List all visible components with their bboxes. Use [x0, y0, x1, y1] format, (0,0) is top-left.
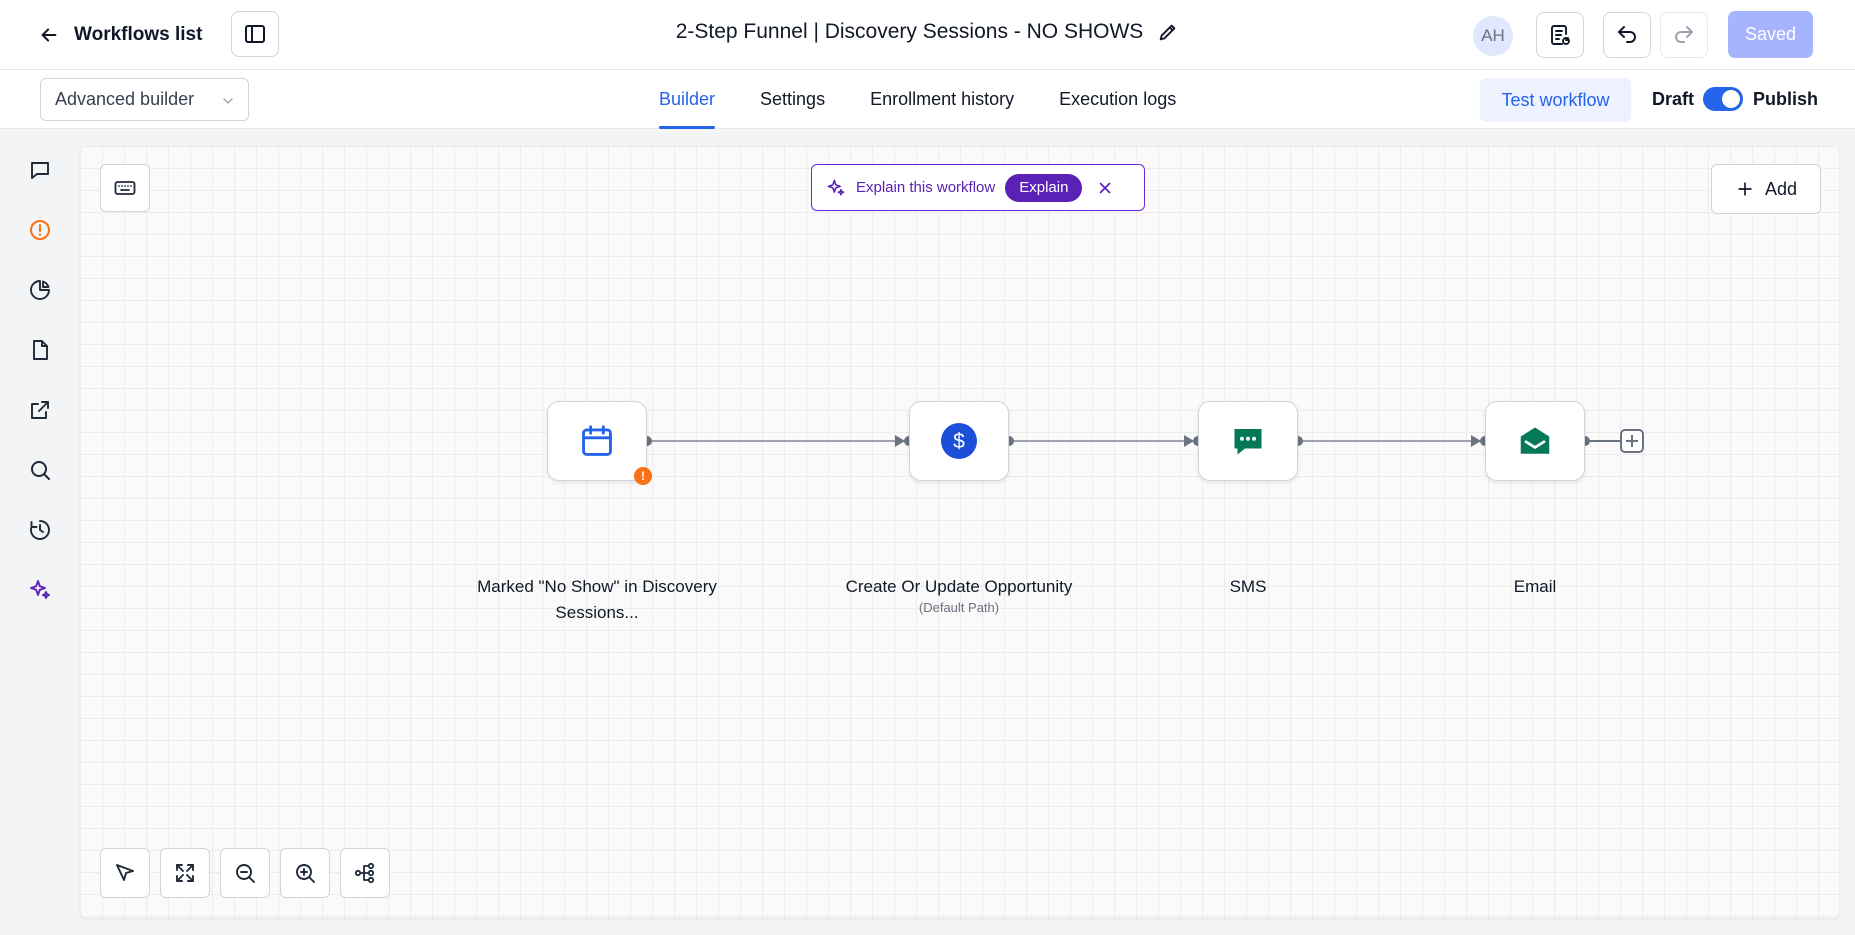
arrow-left-icon: [41, 28, 57, 42]
sidebar-item-documents[interactable]: [22, 332, 58, 368]
email-icon: [1520, 427, 1550, 454]
trigger-node-label: Marked "No Show" in Discovery Sessions..…: [477, 577, 717, 622]
sidebar-item-analytics[interactable]: [22, 272, 58, 308]
external-link-icon: [31, 401, 49, 419]
publish-label: Publish: [1753, 89, 1819, 109]
calendar-icon: [582, 425, 612, 456]
sidebar-item-ai[interactable]: [22, 572, 58, 608]
zoom-out-icon: [236, 864, 255, 883]
back-to-workflows-link[interactable]: Workflows list: [38, 18, 202, 52]
test-workflow-button[interactable]: Test workflow: [1480, 78, 1631, 122]
dollar-icon: $: [941, 423, 977, 459]
pie-chart-icon: [30, 280, 50, 300]
opportunity-node-sublabel: (Default Path): [918, 600, 1000, 615]
warning-badge[interactable]: !: [634, 467, 652, 485]
zoom-out-button[interactable]: [220, 848, 270, 898]
zoom-in-icon: [296, 864, 315, 883]
flow-connectors: [642, 429, 1644, 453]
notes-button[interactable]: [1536, 12, 1584, 58]
tab-builder[interactable]: Builder: [659, 70, 716, 129]
zoom-in-button[interactable]: [280, 848, 330, 898]
redo-button[interactable]: [1660, 12, 1708, 58]
connector-sms-email: [1293, 435, 1490, 447]
svg-text:$: $: [953, 430, 965, 453]
document-refresh-icon: [1551, 25, 1570, 45]
builder-mode-select[interactable]: Advanced builder: [40, 78, 249, 121]
add-step-icon: [1620, 429, 1644, 453]
workflow-canvas[interactable]: Explain this workflow Explain Add ! Mark…: [80, 146, 1839, 918]
undo-button[interactable]: [1603, 12, 1651, 58]
connector-opportunity-sms: [1004, 435, 1203, 447]
toggle-panel-button[interactable]: [231, 11, 279, 57]
edit-pencil-icon[interactable]: [1157, 21, 1179, 43]
fit-view-icon: [176, 864, 194, 882]
sidebar-panel-icon: [245, 25, 265, 43]
workflow-title-text: 2-Step Funnel | Discovery Sessions - NO …: [675, 20, 1144, 43]
search-icon: [31, 461, 50, 480]
fit-view-button[interactable]: [160, 848, 210, 898]
tab-settings[interactable]: Settings: [760, 70, 825, 129]
opportunity-node-label-wrap: Create Or Update Opportunity (Default Pa…: [839, 574, 1079, 616]
sms-node[interactable]: [1198, 401, 1298, 481]
redo-icon: [1675, 26, 1693, 43]
builder-mode-value: Advanced builder: [55, 89, 195, 109]
email-node-label: Email: [1513, 577, 1557, 596]
sub-bar: Advanced builder Builder Settings Enroll…: [0, 70, 1855, 129]
auto-layout-icon: [354, 862, 375, 884]
opportunity-node[interactable]: $: [909, 401, 1009, 481]
user-avatar[interactable]: AH: [1473, 16, 1513, 56]
top-bar: Workflows list 2-Step Funnel | Discovery…: [0, 0, 1855, 70]
opportunity-node-label: Create Or Update Opportunity: [845, 577, 1073, 596]
select-tool-button[interactable]: [100, 848, 150, 898]
back-label: Workflows list: [74, 24, 203, 45]
sidebar-item-external[interactable]: [22, 392, 58, 428]
sidebar-item-chat[interactable]: [22, 152, 58, 188]
saved-button[interactable]: Saved: [1728, 11, 1813, 58]
chevron-down-icon: [223, 98, 233, 104]
history-icon: [30, 520, 50, 540]
sms-node-label: SMS: [1229, 577, 1267, 596]
sidebar-item-search[interactable]: [22, 452, 58, 488]
tab-execution-logs[interactable]: Execution logs: [1059, 70, 1176, 129]
auto-layout-button[interactable]: [340, 848, 390, 898]
alert-icon: [30, 220, 50, 240]
sidebar-item-alerts[interactable]: [22, 212, 58, 248]
document-icon: [33, 340, 48, 360]
undo-icon: [1618, 26, 1636, 43]
tab-bar: Builder Settings Enrollment history Exec…: [659, 70, 1176, 129]
sparkle-icon: [30, 580, 50, 599]
select-tool-icon: [116, 864, 134, 881]
connector-trigger-opportunity: [642, 435, 914, 447]
workflow-title: 2-Step Funnel | Discovery Sessions - NO …: [676, 20, 1180, 44]
left-sidebar: [0, 130, 80, 935]
email-node[interactable]: [1485, 401, 1585, 481]
sidebar-item-history[interactable]: [22, 512, 58, 548]
publish-toggle[interactable]: [1703, 87, 1743, 111]
chat-icon: [31, 162, 49, 179]
connector-email-end: [1580, 436, 1621, 446]
draft-label: Draft: [1652, 89, 1695, 109]
trigger-node[interactable]: [547, 401, 647, 481]
sms-icon: [1234, 429, 1262, 455]
tab-enrollment-history[interactable]: Enrollment history: [870, 70, 1014, 129]
